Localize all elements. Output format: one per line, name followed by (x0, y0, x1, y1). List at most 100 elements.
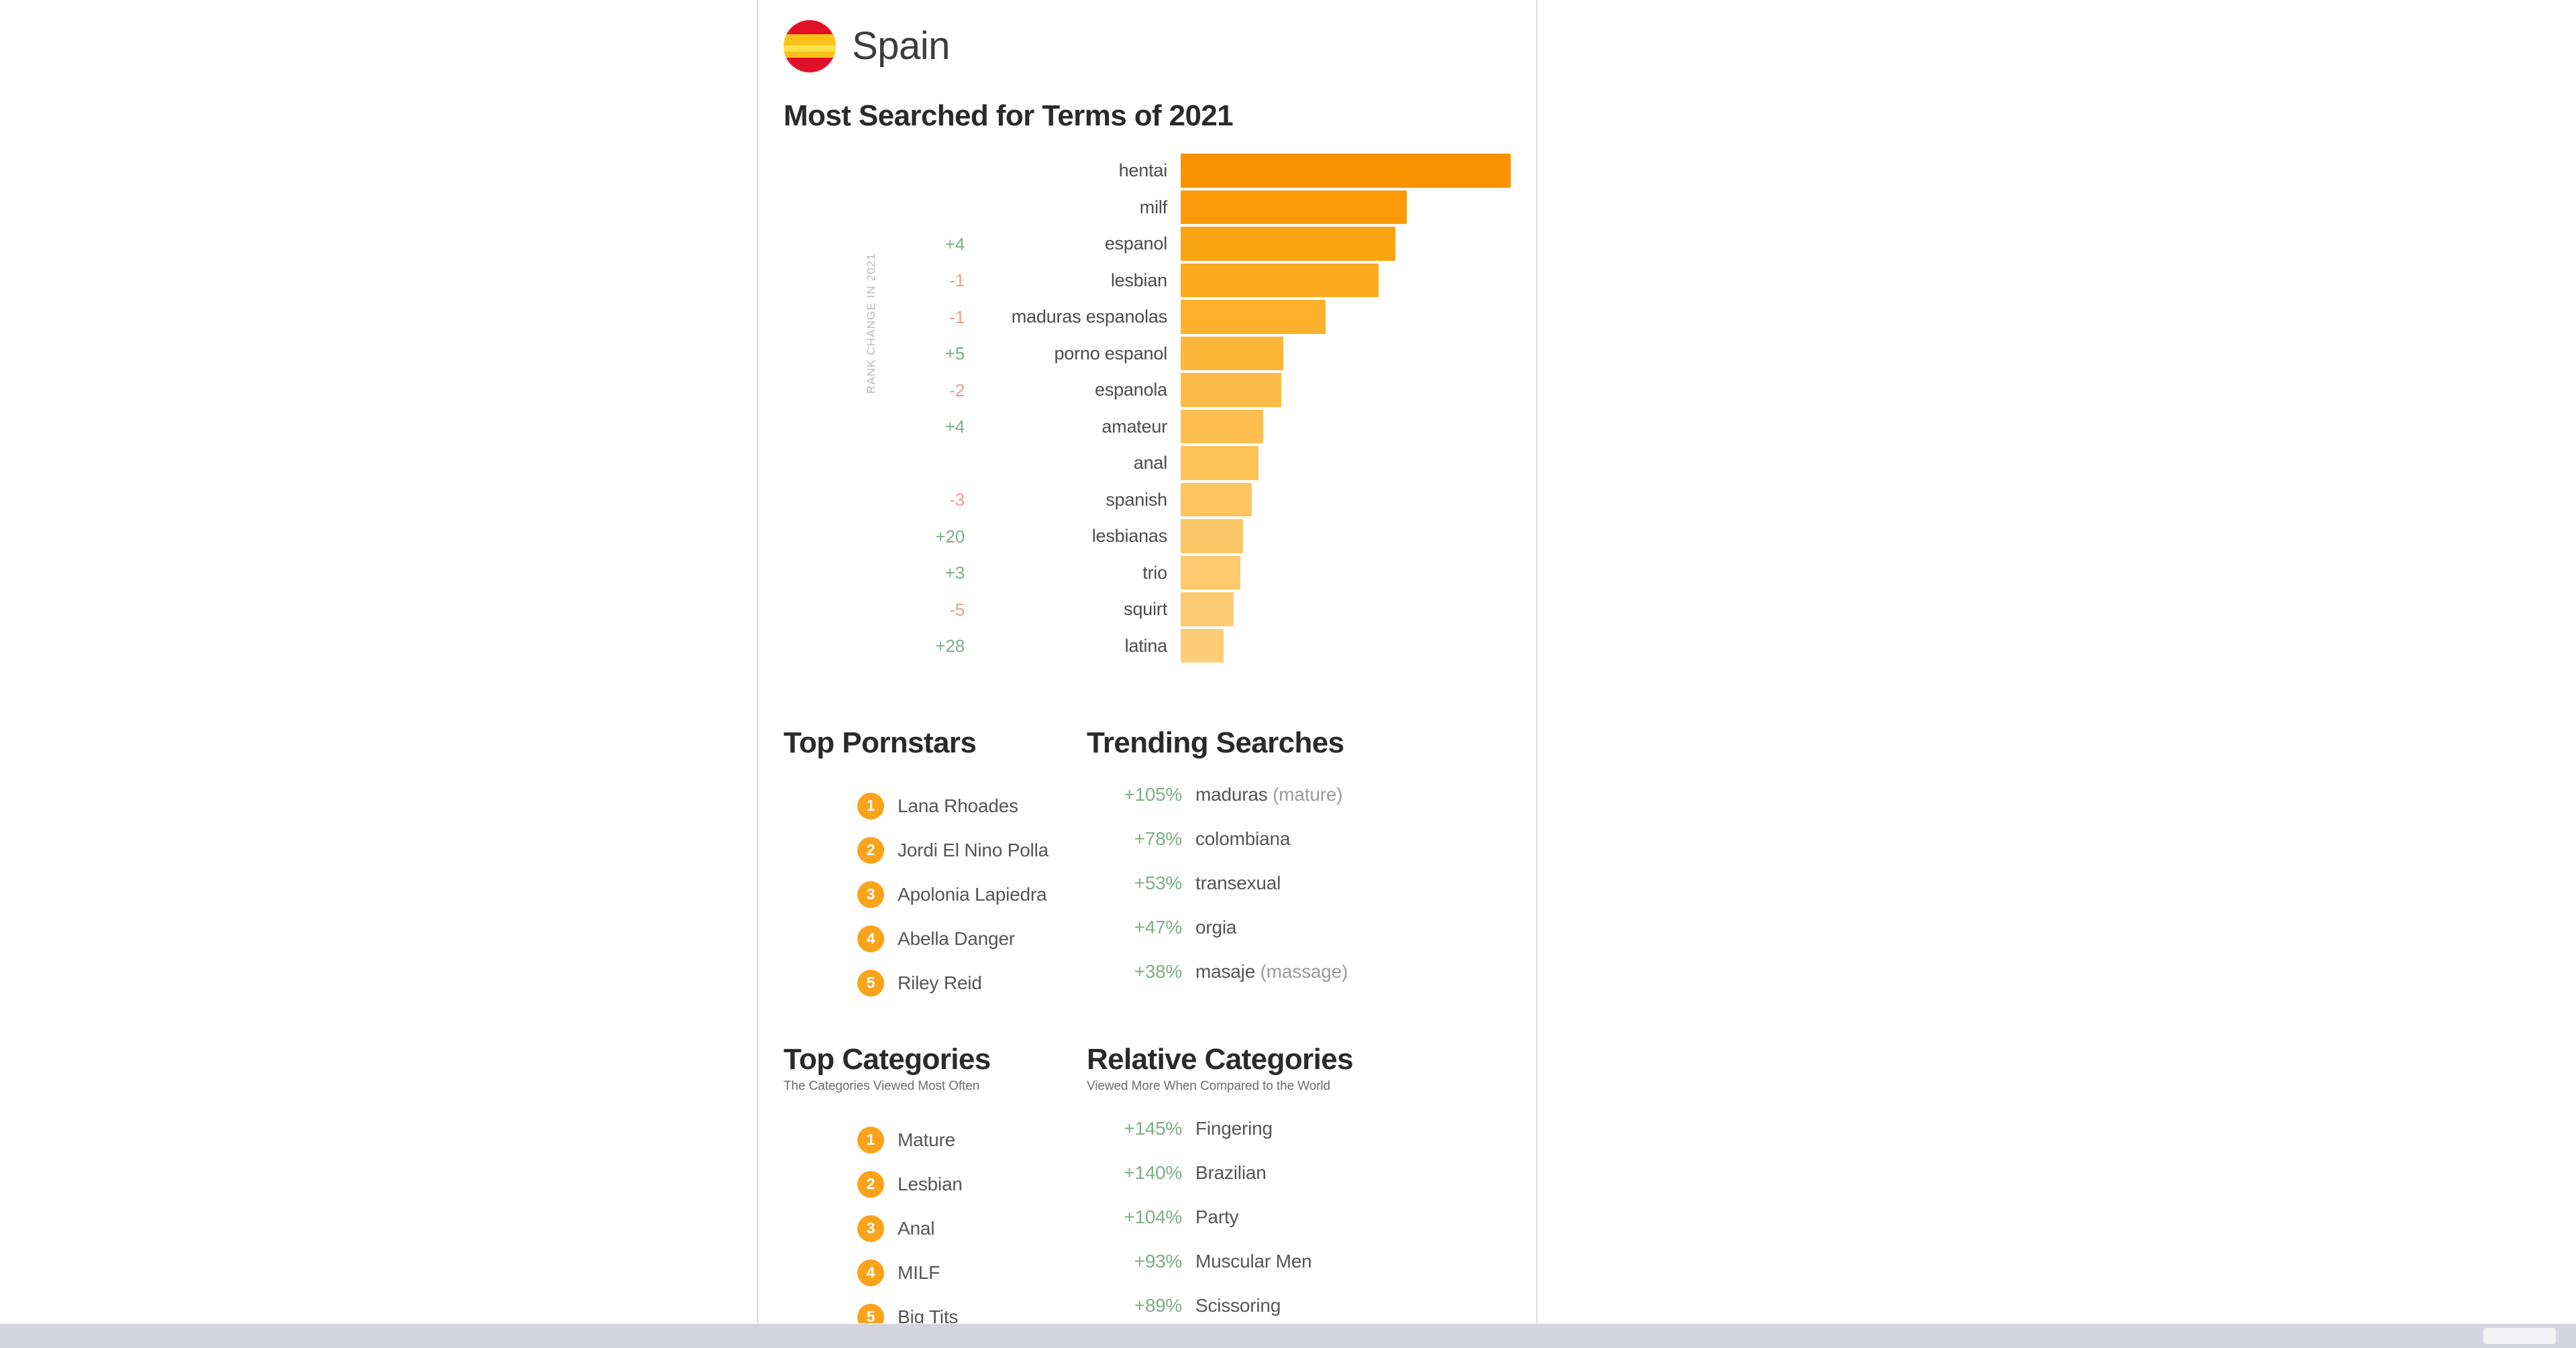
list-item-label: Apolonia Lapiedra (898, 883, 1047, 905)
bar-rank-change: -5 (949, 599, 965, 620)
chart-bar-row: +28 latina (784, 628, 1511, 665)
bar-category-label: spanish (1106, 489, 1167, 510)
bar (1181, 300, 1326, 334)
bar-track (1181, 446, 1511, 480)
bar-category-label: espanola (1095, 380, 1167, 400)
list-item[interactable]: 2 Jordi El Nino Polla (784, 828, 1087, 873)
list-item-label: transexual (1195, 872, 1281, 893)
bar-track (1181, 628, 1511, 663)
percent-change: +53% (1134, 872, 1183, 893)
bar-category-label: latina (1124, 635, 1168, 656)
list-item[interactable]: +93% Muscular Men (1087, 1251, 1511, 1295)
list-item[interactable]: 3 Apolonia Lapiedra (784, 873, 1087, 917)
bar-category-label: amateur (1102, 416, 1167, 437)
bar (1181, 409, 1263, 444)
bar-track (1181, 555, 1511, 590)
list-item[interactable]: 5 Big Tits (784, 1295, 1087, 1325)
list-item-label: colombiana (1195, 828, 1291, 849)
percent-change: +78% (1134, 828, 1183, 849)
bar-track (1181, 336, 1511, 371)
top-categories-list: 1 Mature 2 Lesbian 3 Anal 4 MILF 5 Big Tits (784, 1118, 1087, 1325)
bar (1181, 154, 1511, 188)
list-item-translation: (mature) (1273, 783, 1343, 805)
bar-rank-change: +4 (945, 233, 965, 254)
chart-bar-row: hentai (784, 152, 1511, 189)
list-item[interactable]: +140% Brazilian (1087, 1162, 1511, 1206)
relative-categories-title: Relative Categories (1087, 1042, 1354, 1076)
list-item-label: Lana Rhoades (898, 795, 1018, 816)
chart-bar-row: -2 espanola (784, 372, 1511, 408)
top-categories-subtitle: The Categories Viewed Most Often (784, 1078, 980, 1093)
bar-track (1181, 409, 1511, 444)
percent-change: +38% (1134, 960, 1183, 982)
rank-badge: 3 (857, 881, 884, 908)
list-item[interactable]: +89% Scissoring (1087, 1295, 1511, 1325)
bar-rank-change: +28 (935, 636, 965, 657)
bar-rank-change: -1 (949, 270, 965, 291)
bar-category-label: squirt (1124, 599, 1167, 620)
list-item-label: maduras (mature) (1195, 783, 1343, 805)
bar-rank-change: +20 (935, 526, 965, 547)
bar-category-label: maduras espanolas (1011, 306, 1167, 327)
chart-bar-row: -1 lesbian (784, 262, 1511, 299)
list-item[interactable]: 3 Anal (784, 1206, 1087, 1251)
list-item[interactable]: +104% Party (1087, 1206, 1511, 1251)
list-item[interactable]: +78% colombiana (1087, 828, 1511, 873)
list-item[interactable]: +53% transexual (1087, 873, 1511, 917)
list-item-label: masaje (massage) (1195, 960, 1348, 982)
chart-bar-row: -1 maduras espanolas (784, 298, 1511, 335)
list-item[interactable]: 2 Lesbian (784, 1162, 1087, 1206)
percent-change: +145% (1124, 1117, 1183, 1139)
bar-category-label: espanol (1104, 233, 1167, 254)
list-item[interactable]: +47% orgia (1087, 917, 1511, 961)
bar-category-label: trio (1142, 562, 1167, 583)
list-item[interactable]: +105% maduras (mature) (1087, 784, 1511, 828)
bar-rank-change: -2 (949, 380, 965, 400)
bar (1181, 336, 1283, 371)
chart-bar-row: milf (784, 189, 1511, 226)
trending-searches-section: Trending Searches +105% maduras (mature) +… (1087, 726, 1511, 1005)
bar (1181, 263, 1379, 298)
top-categories-section: Top Categories The Categories Viewed Mos… (784, 1043, 1087, 1325)
bar (1181, 555, 1240, 590)
list-item-label: Brazilian (1195, 1162, 1267, 1183)
scrollbar-thumb[interactable] (2483, 1328, 2556, 1344)
bar-track (1181, 519, 1511, 553)
spain-flag-icon (784, 20, 836, 72)
chart-bar-row: +4 espanol (784, 225, 1511, 262)
list-item[interactable]: 4 MILF (784, 1251, 1087, 1295)
list-item[interactable]: +38% masaje (massage) (1087, 961, 1511, 1005)
list-item-label: Party (1195, 1206, 1239, 1227)
bar-category-label: porno espanol (1054, 343, 1167, 363)
rank-badge: 5 (857, 969, 884, 997)
chart-bar-row: +4 amateur (784, 408, 1511, 445)
percent-change: +47% (1134, 916, 1183, 938)
list-item[interactable]: 5 Riley Reid (784, 961, 1087, 1005)
chart-bar-row: +3 trio (784, 555, 1511, 592)
list-item[interactable]: 1 Lana Rhoades (784, 784, 1087, 828)
page-root: Spain Most Searched for Terms of 2021 RA… (0, 0, 2576, 1348)
list-item-label: orgia (1195, 916, 1237, 938)
list-item-label: Jordi El Nino Polla (898, 839, 1049, 860)
bar-track (1181, 190, 1511, 225)
bar-track (1181, 227, 1511, 261)
rank-badge: 1 (857, 1126, 884, 1154)
list-item[interactable]: 4 Abella Danger (784, 917, 1087, 961)
rank-badge: 1 (857, 792, 884, 820)
list-item-label: Anal (898, 1217, 935, 1239)
bar (1181, 628, 1224, 663)
bar-track (1181, 592, 1511, 626)
bar (1181, 519, 1244, 553)
bar-track (1181, 263, 1511, 298)
list-item-label: Mature (898, 1129, 955, 1150)
relative-categories-list: +145% Fingering +140% Brazilian +104% Party +9… (1087, 1118, 1511, 1325)
top-pornstars-section: Top Pornstars 1 Lana Rhoades 2 Jordi El Nin… (784, 726, 1087, 1005)
list-item[interactable]: +145% Fingering (1087, 1118, 1511, 1162)
percent-change: +105% (1124, 783, 1183, 805)
list-item-label: Muscular Men (1195, 1250, 1312, 1272)
percent-change: +104% (1124, 1206, 1183, 1227)
list-item-label: MILF (898, 1261, 940, 1283)
percent-change: +89% (1134, 1294, 1183, 1316)
list-item[interactable]: 1 Mature (784, 1118, 1087, 1162)
horizontal-scrollbar[interactable] (0, 1325, 2576, 1348)
